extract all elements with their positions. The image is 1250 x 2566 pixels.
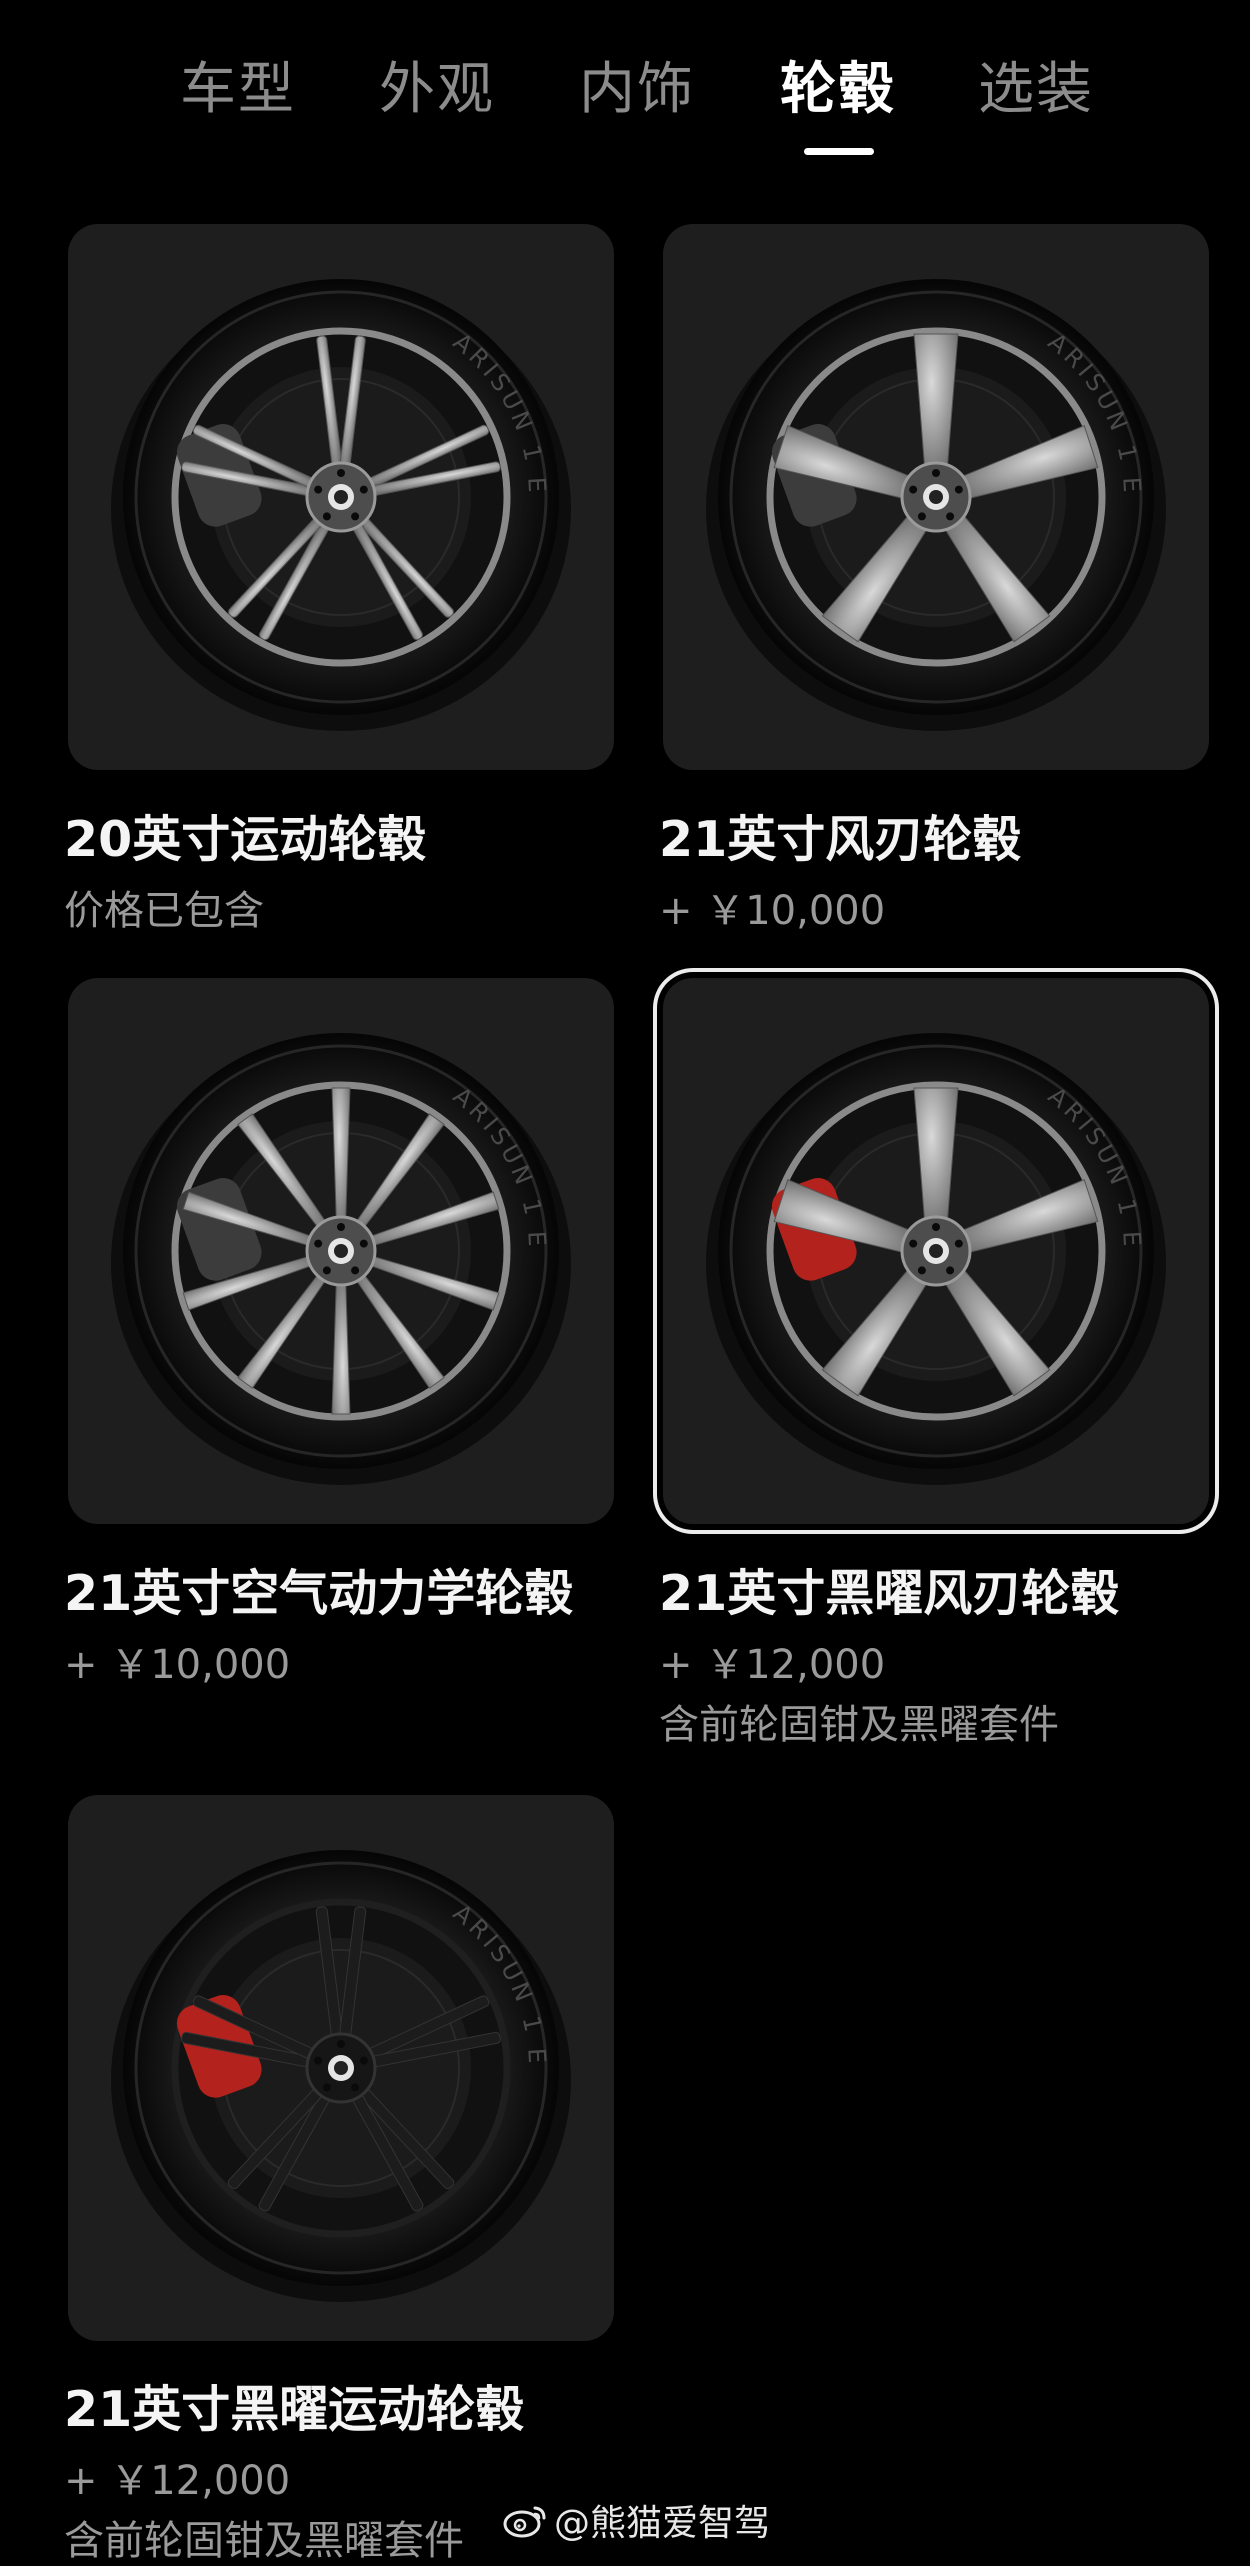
wheel-option-card-21-obsidian-blade[interactable]: ARISUN 1 EV <box>663 978 1209 1524</box>
wheel-option-card-20-sport[interactable]: ARISUN 1 EV <box>68 224 614 770</box>
tab-model[interactable]: 车型 <box>168 44 308 125</box>
wheel-option-note: 含前轮固钳及黑曜套件 <box>659 1702 1059 1748</box>
tab-interior[interactable]: 内饰 <box>567 44 707 125</box>
weibo-icon <box>503 2506 546 2538</box>
wheel-option-card-21-blade[interactable]: ARISUN 1 EV <box>663 224 1209 770</box>
wheel-option-price: 价格已包含 <box>64 888 264 934</box>
tab-exterior[interactable]: 外观 <box>367 44 507 125</box>
wheel-config-tabs: 车型 外观 内饰 轮毂 选装 <box>0 0 1250 170</box>
wheel-option-card-21-obsidian-sport[interactable]: ARISUN 1 EV <box>68 1795 614 2341</box>
watermark-text: @熊猫爱智驾 <box>554 2503 771 2544</box>
wheel-option-note: 含前轮固钳及黑曜套件 <box>64 2518 464 2564</box>
wheel-option-title: 21英寸黑曜运动轮毂 <box>64 2381 525 2438</box>
wheel-option-price: + ￥10,000 <box>64 1642 291 1688</box>
wheel-option-card-21-aero[interactable]: ARISUN 1 EV <box>68 978 614 1524</box>
wheel-image: ARISUN 1 EV <box>68 224 571 731</box>
wheel-option-price: + ￥10,000 <box>659 888 886 934</box>
wheel-option-title: 21英寸风刃轮毂 <box>659 811 1022 868</box>
wheel-option-price: + ￥12,000 <box>64 2458 291 2504</box>
weibo-watermark: @熊猫爱智驾 <box>502 2494 770 2546</box>
wheel-image: ARISUN 1 EV <box>68 978 571 1485</box>
wheel-image: ARISUN 1 EV <box>663 224 1166 731</box>
wheel-image: ARISUN 1 EV <box>663 978 1166 1485</box>
wheel-option-title: 21英寸空气动力学轮毂 <box>64 1565 574 1622</box>
tab-wheels[interactable]: 轮毂 <box>768 44 908 125</box>
active-tab-indicator <box>804 148 874 155</box>
tab-options[interactable]: 选装 <box>966 44 1106 125</box>
wheel-option-price: + ￥12,000 <box>659 1642 886 1688</box>
wheel-option-title: 20英寸运动轮毂 <box>64 811 427 868</box>
wheel-image: ARISUN 1 EV <box>68 1795 571 2302</box>
wheel-option-title: 21英寸黑曜风刃轮毂 <box>659 1565 1120 1622</box>
